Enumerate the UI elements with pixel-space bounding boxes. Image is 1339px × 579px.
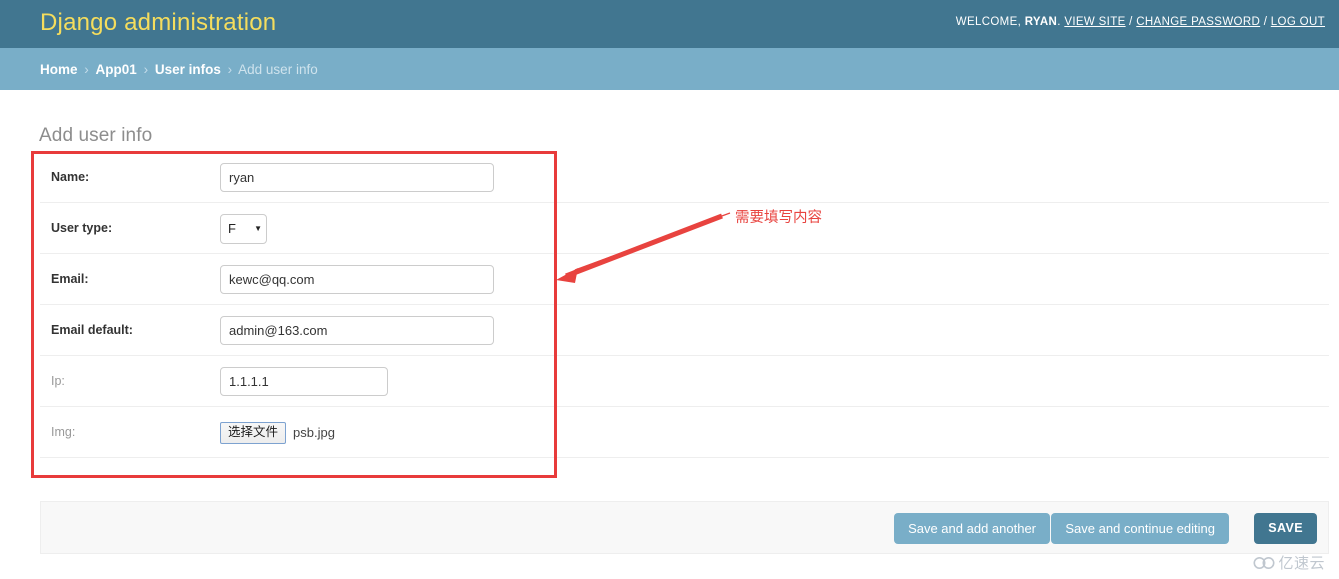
form-row-img: Img: 选择文件 psb.jpg [40,407,1329,458]
submit-row: Save and add another Save and continue e… [40,501,1329,554]
form-row-user-type: User type: F ▼ [40,203,1329,254]
breadcrumb-item-home[interactable]: Home [40,62,78,77]
chevron-down-icon: ▼ [254,223,262,233]
label-name: Name: [51,170,90,184]
label-img: Img: [51,425,76,439]
current-username: RYAN [1024,16,1058,28]
breadcrumb-item-app01[interactable]: App01 [96,62,137,77]
choose-file-button[interactable]: 选择文件 [220,421,287,444]
name-input[interactable] [220,163,494,192]
label-ip: Ip: [51,374,65,388]
log-out-link[interactable]: LOG OUT [1271,16,1325,28]
welcome-prefix: WELCOME, [955,16,1022,28]
site-branding-title: Django administration [40,9,277,36]
breadcrumb: Home › App01 › User infos › Add user inf… [40,62,318,77]
link-separator-1: / [1129,16,1133,28]
form-row-email: Email: [40,254,1329,305]
label-email-default: Email default: [51,323,133,337]
user-type-selected-value: F [228,221,236,236]
breadcrumb-separator-2: › [143,62,149,77]
link-separator-2: / [1263,16,1268,28]
breadcrumb-separator-1: › [84,62,89,77]
annotation-text: 需要填写内容 [735,210,822,226]
username-suffix: . [1057,16,1061,28]
save-and-continue-editing-button[interactable]: Save and continue editing [1051,513,1229,544]
control-img: 选择文件 psb.jpg [220,407,335,458]
user-type-select[interactable]: F ▼ [220,213,267,244]
breadcrumb-separator-3: › [227,62,233,77]
control-name [220,152,494,203]
form-row-ip: Ip: [40,356,1329,407]
view-site-link[interactable]: VIEW SITE [1064,16,1125,28]
img-file-input[interactable]: 选择文件 psb.jpg [220,421,335,444]
control-user-type: F ▼ [220,203,267,254]
watermark: 亿速云 [1253,552,1325,573]
form-row-email-default: Email default: [40,305,1329,356]
save-button[interactable]: SAVE [1254,513,1317,544]
control-email [220,254,494,305]
ip-input[interactable] [220,367,388,396]
save-and-add-another-button[interactable]: Save and add another [894,513,1050,544]
form-row-name: Name: [40,152,1329,203]
user-tools: WELCOME, RYAN. VIEW SITE / CHANGE PASSWO… [956,16,1325,28]
breadcrumb-bar: Home › App01 › User infos › Add user inf… [0,48,1339,90]
page-title: Add user info [39,124,153,146]
label-email: Email: [51,272,89,286]
label-user-type: User type: [51,221,113,235]
breadcrumb-item-current: Add user info [238,62,318,77]
cloud-logo-icon [1253,556,1275,569]
control-ip [220,356,388,407]
change-password-link[interactable]: CHANGE PASSWORD [1136,16,1260,28]
django-admin-page: Django administration WELCOME, RYAN. VIE… [0,0,1339,579]
email-input[interactable] [220,265,494,294]
breadcrumb-item-user-infos[interactable]: User infos [155,62,221,77]
control-email-default [220,305,494,356]
email-default-input[interactable] [220,316,494,345]
site-header: Django administration WELCOME, RYAN. VIE… [0,0,1339,48]
add-user-info-form: Name: User type: F ▼ Email: Email defaul… [40,152,1329,458]
watermark-text: 亿速云 [1278,554,1325,572]
selected-file-name: psb.jpg [293,425,335,440]
